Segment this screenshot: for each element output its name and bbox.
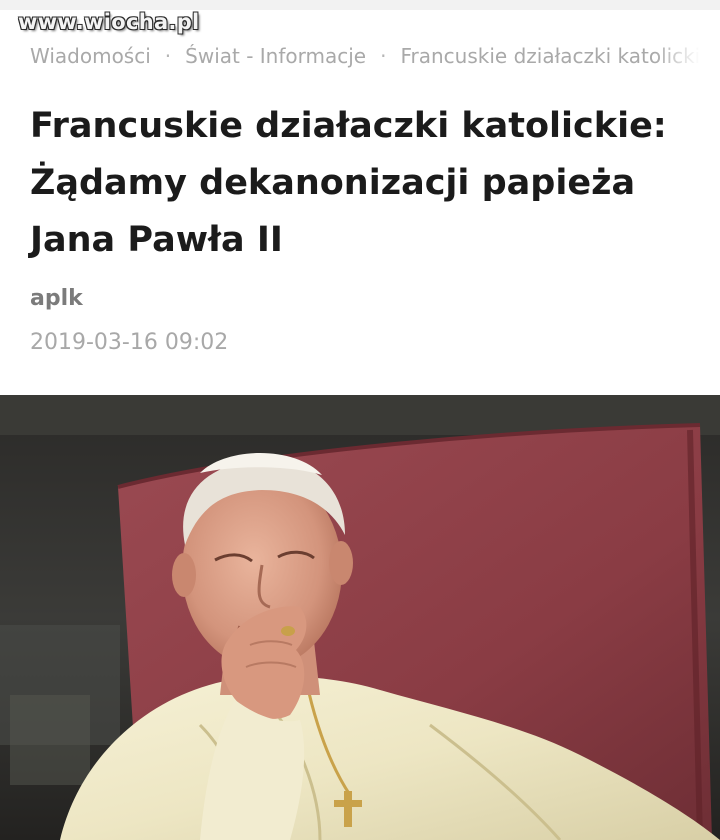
article-title-line: Żądamy dekanonizacji papieża [30,163,636,203]
breadcrumb-item-news[interactable]: Wiadomości [30,44,151,68]
article-photo[interactable] [0,395,720,840]
article-title-line: Francuskie działaczki katolickie: [30,106,667,146]
breadcrumb-separator: · [164,44,172,68]
article-title: Francuskie działaczki katolickie: Żądamy… [30,98,690,269]
breadcrumb-item-world[interactable]: Świat - Informacje [185,44,366,68]
article-date: 2019-03-16 09:02 [30,330,229,355]
article-author[interactable]: aplk [30,286,83,311]
breadcrumb-separator: · [380,44,387,68]
photo-of-pope-in-red-chair [0,395,720,840]
breadcrumb: Wiadomości · Świat - Informacje · Francu… [30,40,700,72]
watermark-logo: www.wiocha.pl [18,10,200,34]
top-strip [0,0,720,10]
breadcrumb-item-current: Francuskie działaczki katolickie [400,44,700,68]
article-title-line: Jana Pawła II [30,220,283,260]
